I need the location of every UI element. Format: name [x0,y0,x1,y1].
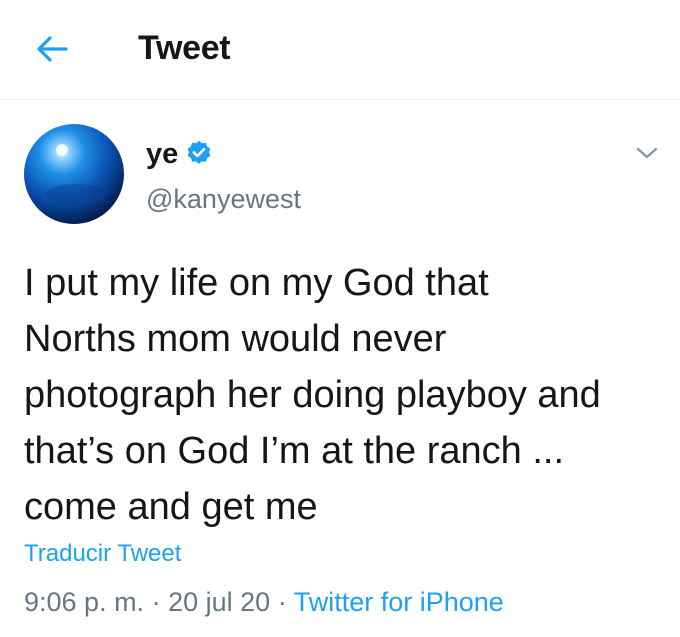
avatar[interactable] [24,124,124,224]
chevron-down-icon [636,147,658,159]
tweet-options-button[interactable] [630,138,664,168]
back-button[interactable] [30,27,74,71]
tweet-metadata: 9:06 p. m. · 20 jul 20 · Twitter for iPh… [24,587,504,618]
meta-separator: · [277,587,287,617]
verified-badge-icon [187,140,211,164]
tweet-time: 9:06 p. m. [24,587,145,617]
meta-separator: · [151,587,161,617]
page-title: Tweet [138,29,231,67]
translate-tweet-link[interactable]: Traducir Tweet [24,540,181,568]
tweet-date: 20 jul 20 [168,587,271,617]
arrow-left-icon [37,36,68,62]
header-bar: Tweet [0,0,680,100]
author-name[interactable]: ye [146,138,178,171]
tweet-text: I put my life on my God that Norths mom … [24,262,601,528]
author-handle[interactable]: @kanyewest [146,184,301,215]
tweet-source-link[interactable]: Twitter for iPhone [294,587,504,617]
avatar-image [24,124,124,224]
